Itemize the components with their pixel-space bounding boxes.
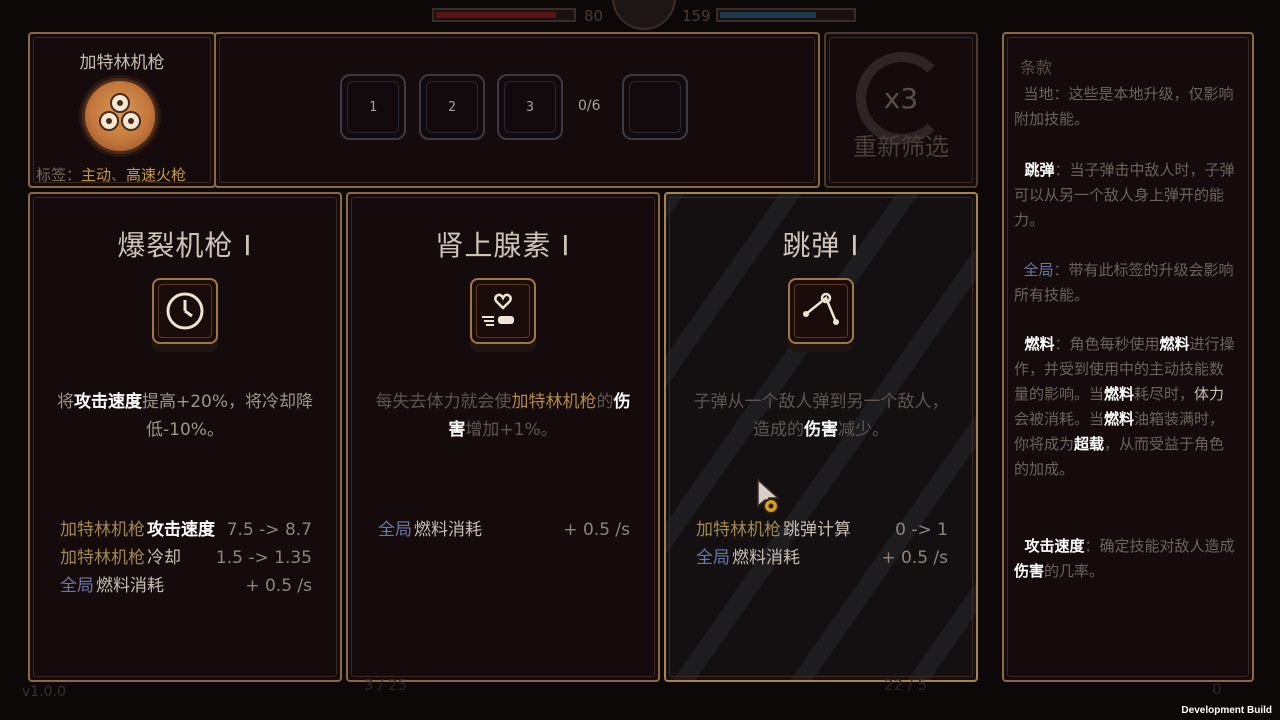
reroll-multiplier: x3 — [883, 82, 919, 115]
gatling-coin-icon — [82, 78, 158, 154]
description-segment: 攻击速度 — [73, 392, 142, 412]
weapon-panel: 加特林机枪 标签：主动、高速火枪 — [28, 32, 216, 188]
dev-build-label: Development Build — [1181, 705, 1272, 716]
bottom-left-counter: 3 / 25 — [364, 676, 408, 694]
glossary-segment: 全局 — [1014, 261, 1054, 279]
energy-bar-fill — [720, 12, 816, 18]
description-segment: 提高+20%，将冷却降低-10%。 — [141, 392, 314, 440]
reroll-button[interactable]: x3 重新筛选 — [824, 32, 978, 188]
energy-value: 159 — [682, 7, 711, 25]
slot-count: 0/6 — [578, 98, 601, 114]
card-title: 肾上腺素 I — [435, 229, 571, 262]
glossary-title: 条款 — [1020, 58, 1053, 77]
card-description: 子弹从一个敌人弹到另一个敌人，造成的伤害减少。 — [690, 388, 952, 444]
pointer-cursor-icon — [757, 478, 780, 514]
glossary-entry-attack-speed: 攻击速度：确定技能对敌人造成伤害的几率。 — [1014, 534, 1236, 584]
card-title: 跳弹 I — [782, 229, 860, 262]
upgrade-slot-1[interactable]: 1 — [340, 74, 406, 140]
card-description: 将攻击速度提高+20%，将冷却降低-10%。 — [54, 388, 316, 444]
glossary-entry-local: 当地：这些是本地升级，仅影响附加技能。 — [1014, 82, 1236, 132]
glossary-entry-fuel: 燃料：角色每秒使用燃料进行操作，并受到使用中的主动技能数量的影响。当燃料耗尽时，… — [1014, 332, 1236, 482]
glossary-segment: 燃料 — [1159, 335, 1190, 353]
card-description: 每失去体力就会使加特林机枪的伤害增加+1%。 — [372, 388, 634, 444]
upgrade-slot-3[interactable]: 3 — [497, 74, 563, 140]
level-medal — [612, 0, 676, 30]
tag-active: 主动 — [81, 166, 112, 184]
description-segment: 减少。 — [838, 420, 889, 440]
glossary-entry-global: 全局：带有此标签的升级会影响所有技能。 — [1014, 258, 1236, 308]
upgrade-slot-extra[interactable] — [622, 74, 688, 140]
glossary-segment: 超载 — [1074, 435, 1105, 453]
glossary-segment: 会被消耗。当 — [1014, 410, 1105, 428]
energy-bar — [716, 8, 856, 22]
bottom-right-counter: 22 / 5 — [884, 676, 928, 694]
glossary-segment: 的几率。 — [1044, 562, 1105, 580]
upgrade-card-1[interactable]: 爆裂机枪 I 将攻击速度提高+20%，将冷却降低-10%。 加特林机枪 攻击速度 … — [28, 192, 342, 682]
stat-row: 加特林机枪 跳弹计算 0 -> 1 — [696, 520, 948, 540]
tag-rapid-fire: 高速火枪 — [126, 166, 187, 184]
glossary-segment: 体力 — [1194, 385, 1225, 403]
tag-separator: 、 — [111, 166, 127, 184]
glossary-segment: 耗尽时， — [1134, 385, 1195, 403]
reroll-label: 重新筛选 — [853, 133, 949, 161]
glossary-segment: 燃料 — [1014, 335, 1055, 353]
weapon-name: 加特林机枪 — [79, 53, 165, 73]
glossary-segment: 攻击速度 — [1014, 537, 1085, 555]
stat-row: 全局 燃料消耗 + 0.5 /s — [378, 520, 630, 540]
hp-bar — [432, 8, 576, 22]
upgrade-card-3[interactable]: 跳弹 I 子弹从一个敌人弹到另一个敌人，造成的伤害减少。 加特林机枪 跳弹计算 0… — [664, 192, 978, 682]
glossary-segment: 跳弹 — [1014, 161, 1055, 179]
glossary-segment: 燃料 — [1104, 410, 1135, 428]
description-segment: 加特林机枪 — [511, 392, 597, 412]
tags-label: 标签： — [36, 166, 82, 184]
glossary-panel: 条款 当地：这些是本地升级，仅影响附加技能。 跳弹：当子弹击中敌人时，子弹可以从… — [1002, 32, 1254, 682]
stat-row: 全局 燃料消耗 + 0.5 /s — [60, 576, 312, 596]
upgrade-card-2[interactable]: 肾上腺素 I 每失去体力就会使加特林机枪的伤害增加+1%。 全局 燃料消耗 + 0… — [346, 192, 660, 682]
hp-bar-fill — [436, 12, 556, 18]
description-segment: 每失去体力就会使 — [375, 392, 512, 412]
description-segment: 将 — [56, 392, 74, 412]
version-label: v1.0.0 — [22, 684, 66, 700]
stat-row: 加特林机枪 冷却 1.5 -> 1.35 — [60, 548, 312, 568]
weapon-tags: 标签：主动、高速火枪 — [36, 164, 186, 185]
ricochet-icon — [788, 278, 854, 344]
hp-value: 80 — [584, 7, 604, 25]
stat-row: 加特林机枪 攻击速度 7.5 -> 8.7 — [60, 520, 312, 540]
stat-row: 全局 燃料消耗 + 0.5 /s — [696, 548, 948, 568]
description-segment: 伤害 — [804, 420, 838, 440]
upgrade-slot-2[interactable]: 2 — [419, 74, 485, 140]
glossary-segment: 当地 — [1014, 85, 1054, 103]
heart-bullet-icon — [470, 278, 536, 344]
clock-icon — [152, 278, 218, 344]
glossary-segment: 伤害 — [1014, 562, 1045, 580]
glossary-entry-ricochet: 跳弹：当子弹击中敌人时，子弹可以从另一个敌人身上弹开的能力。 — [1014, 158, 1236, 233]
glossary-segment: ：角色每秒使用 — [1054, 335, 1160, 353]
bottom-right-zero: 0 — [1212, 680, 1222, 698]
glossary-segment: ：确定技能对敌人造成 — [1084, 537, 1235, 555]
description-segment: 的 — [596, 392, 614, 412]
glossary-segment: 燃料 — [1104, 385, 1135, 403]
card-title: 爆裂机枪 I — [117, 229, 253, 262]
description-segment: 增加+1%。 — [465, 420, 558, 440]
